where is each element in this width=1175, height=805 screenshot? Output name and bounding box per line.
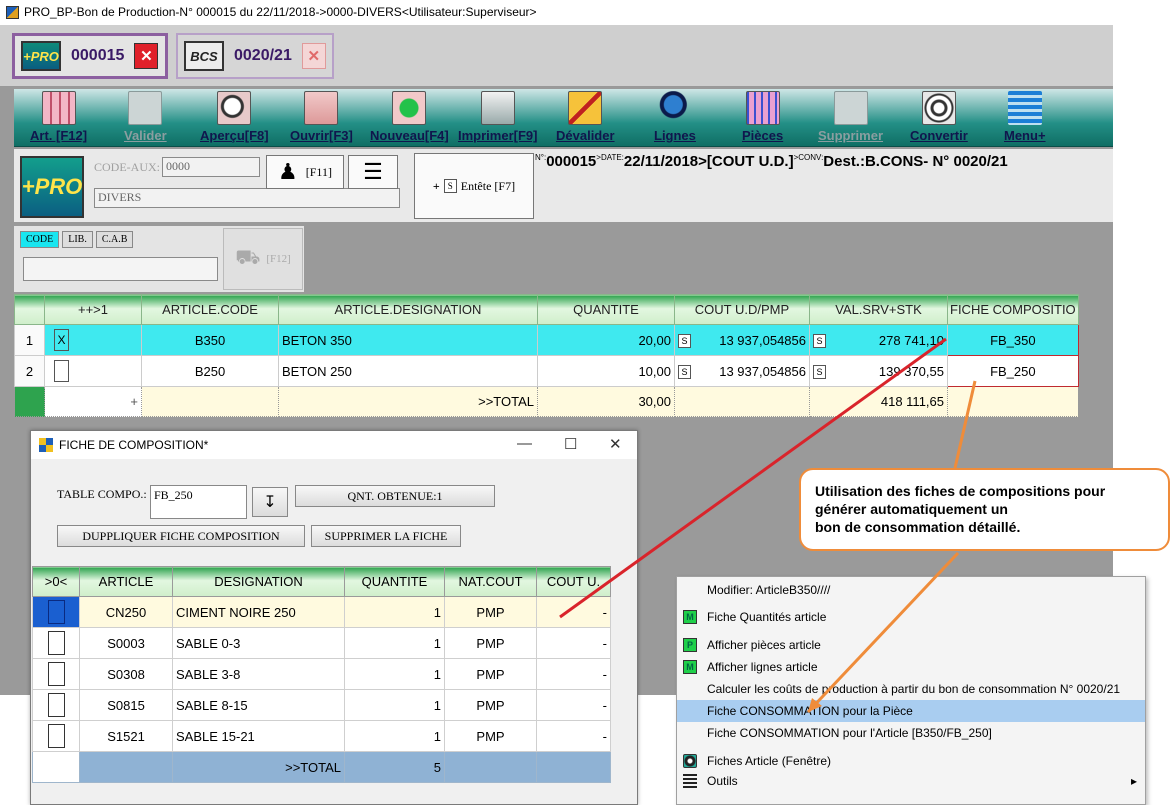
orange-arrow-line-top — [953, 380, 977, 469]
red-arrow-line — [559, 337, 947, 619]
orange-arrow-line-bottom — [806, 551, 960, 714]
annotation-arrows — [559, 337, 977, 714]
